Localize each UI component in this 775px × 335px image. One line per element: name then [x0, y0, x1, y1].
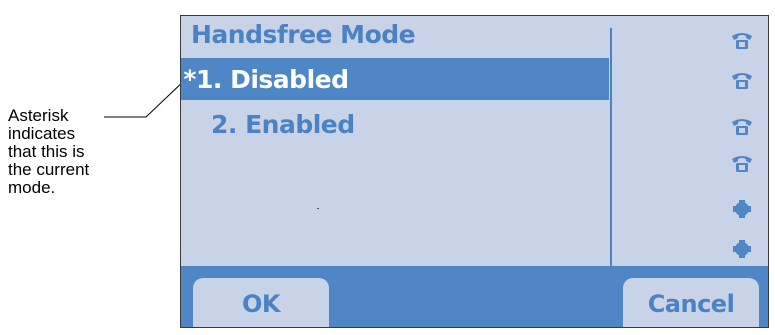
- cancel-softkey[interactable]: Cancel: [623, 278, 759, 327]
- page-title: Handsfree Mode: [191, 20, 416, 49]
- current-mode-asterisk: *: [183, 64, 196, 94]
- callout-line-3: that this is: [8, 142, 85, 161]
- phone-line-icon[interactable]: [729, 28, 755, 54]
- phone-line-icon[interactable]: [729, 68, 755, 94]
- menu-item-disabled[interactable]: * 1. Disabled: [181, 58, 609, 100]
- callout-annotation: Asterisk indicates that this is the curr…: [8, 107, 128, 197]
- line-key-divider: [610, 28, 612, 268]
- blank-line-icon[interactable]: [729, 196, 755, 222]
- callout-line-4: the current: [8, 160, 90, 179]
- blank-line-icon[interactable]: [729, 236, 755, 262]
- ok-softkey[interactable]: OK: [193, 278, 329, 327]
- callout-line-1: Asterisk: [8, 106, 69, 125]
- menu-item-enabled[interactable]: 2. Enabled: [181, 103, 609, 145]
- phone-line-icon[interactable]: [729, 151, 755, 177]
- menu-item-label: 1. Disabled: [196, 64, 349, 94]
- screen-speck: [317, 208, 319, 209]
- phone-line-icon[interactable]: [729, 114, 755, 140]
- menu-item-label: 2. Enabled: [211, 109, 355, 139]
- callout-line-5: mode.: [8, 178, 56, 197]
- callout-line-2: indicates: [8, 124, 76, 143]
- phone-screen: Handsfree Mode * 1. Disabled 2. Enabled …: [180, 15, 769, 328]
